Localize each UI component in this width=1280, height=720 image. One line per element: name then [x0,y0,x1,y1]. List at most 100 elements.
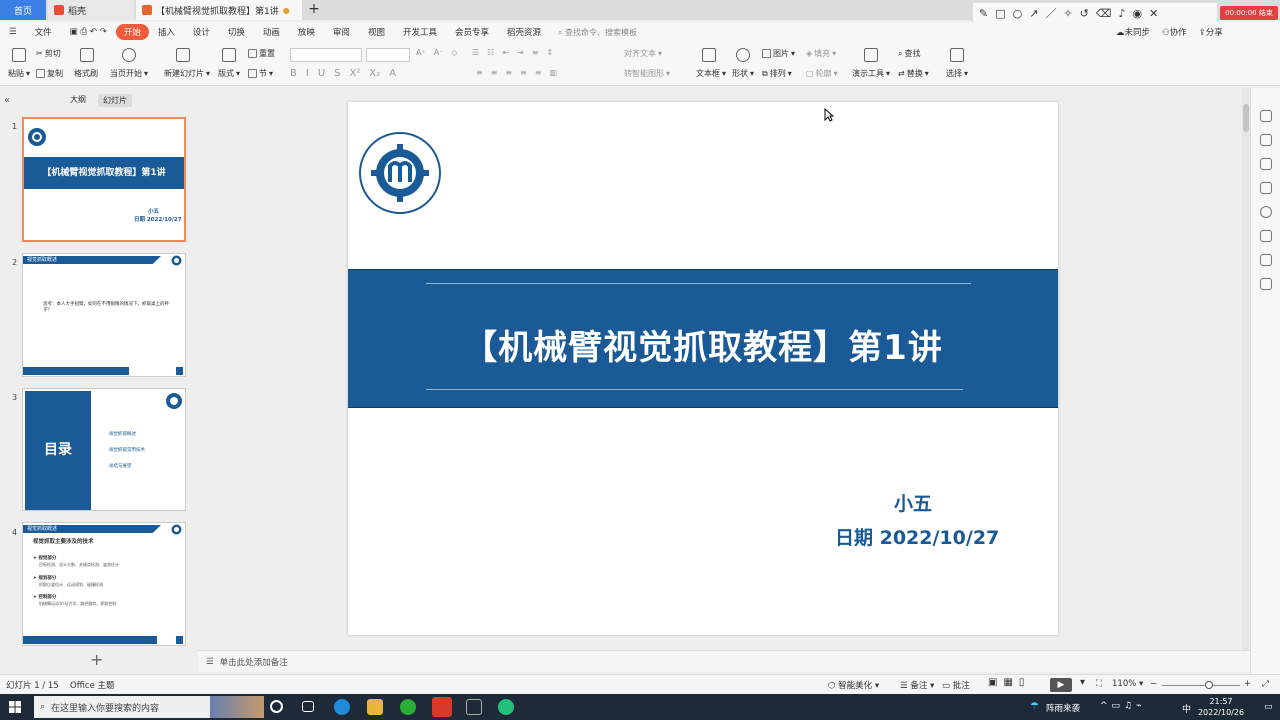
menu-file[interactable]: 文件 [26,26,61,38]
shape-icon[interactable] [736,48,750,62]
view-buttons[interactable]: ▣▦▯ [988,677,1030,688]
paste-button[interactable]: 粘贴 ▾ [8,68,30,79]
notes-toggle-button[interactable]: ☰ 备注 ▾ [900,679,934,691]
slide-thumbnail-4[interactable]: 视觉抓取概述 视觉抓取主要涉及的技术 ➤ 视觉部分 目标检测、语义分割、关键点检… [22,522,186,646]
recording-stop-button[interactable]: 00:00:00 结束 [1220,6,1278,20]
slide-thumbnail-3[interactable]: 目录 视觉抓取概述 视觉抓取常用技术 总结与展望 [22,388,186,511]
tab-outline[interactable]: 大纲 [70,94,86,105]
outline-button[interactable]: ▢ 轮廓 ▾ [806,68,838,79]
menu-view[interactable]: 视图 [359,26,394,38]
tab-slides[interactable]: 幻灯片 [98,94,132,107]
windows-start-icon[interactable] [9,701,21,713]
location-icon[interactable] [1260,254,1272,266]
find-button[interactable]: ⌕ 查找 [898,48,920,59]
align-center-icon[interactable]: ≡ [491,68,498,77]
textbox-icon[interactable] [702,48,716,62]
textbox-button[interactable]: 文本框 ▾ [696,68,726,79]
slide-date[interactable]: 日期 2022/10/27 [835,523,999,550]
task-view-icon[interactable] [302,701,314,712]
font-color-icon[interactable]: A [389,68,396,79]
grow-font-icon[interactable]: A⁺ [416,48,426,57]
menu-review[interactable]: 审阅 [324,26,359,38]
new-slide-icon[interactable] [176,48,190,62]
smart-graphic-button[interactable]: 转智能图形 ▾ [624,68,670,79]
bold-icon[interactable]: B [290,68,297,79]
italic-icon[interactable]: I [306,68,309,79]
align-right-icon[interactable]: ≡ [505,68,512,77]
menu-member[interactable]: 会员专享 [446,26,498,38]
line-spacing-icon[interactable]: ≡ [532,48,539,57]
layout-icon[interactable] [222,48,236,62]
file-explorer-icon[interactable] [367,699,383,715]
outdent-icon[interactable]: ⇥ [517,48,524,57]
menu-transition[interactable]: 切换 [219,26,254,38]
fit-icon[interactable]: ⛶ [1096,679,1102,689]
cube-icon[interactable] [1260,278,1272,290]
menu-daoke-resources[interactable]: 稻壳资源 [498,26,550,38]
cortana-icon[interactable] [270,700,283,713]
zoom-out-button[interactable]: − [1150,679,1157,689]
picture-button[interactable]: 图片 ▾ [762,48,795,59]
from-current-button[interactable]: 当页开始 ▾ [110,68,148,79]
section-button[interactable]: 节 ▾ [248,68,273,79]
tab-daoke[interactable]: 稻壳 [48,0,134,20]
magic-icon[interactable]: ✧ [1063,7,1072,20]
ime-indicator[interactable]: 中 [1182,702,1191,715]
menu-home[interactable]: 开始 [115,24,149,40]
sort-icon[interactable]: ↕ [546,48,553,57]
select-icon[interactable] [950,48,964,62]
copy-button[interactable]: 复制 [36,68,63,79]
new-tab-button[interactable]: + [306,0,322,20]
numbering-icon[interactable]: ☷ [487,48,494,57]
zoom-slider-track[interactable] [1162,685,1240,686]
replace-button[interactable]: ⇄ 替换 ▾ [898,68,929,79]
menu-quick-icons[interactable]: ▣ ⎙ ↶ ↷ [61,27,116,37]
line-icon[interactable]: ／ [1045,5,1056,21]
magic-wand-icon[interactable] [1260,110,1272,122]
undo-icon[interactable]: ↺ [1080,7,1089,20]
notification-icon[interactable]: ▭ [1264,702,1273,712]
speaker-icon[interactable]: ♪ [1118,7,1125,20]
command-search[interactable]: ⌕ 查找命令、搜索模板 [558,27,637,38]
strike-icon[interactable]: S [334,68,340,79]
star-icon[interactable] [1260,158,1272,170]
theme-name[interactable]: Office 主题 [70,679,115,691]
menu-slideshow[interactable]: 放映 [289,26,324,38]
tray-icons[interactable]: ^▭♫⌁ [1100,701,1146,711]
arrange-button[interactable]: ⧉ 排列 ▾ [762,68,792,79]
font-size-select[interactable] [366,48,410,62]
menu-animation[interactable]: 动画 [254,26,289,38]
share-button[interactable]: ⇪分享 [1199,26,1223,38]
wechat-icon[interactable] [400,699,416,715]
add-slide-button[interactable]: + [90,650,103,669]
reading-view-icon[interactable]: ▯ [1019,677,1031,688]
green-app-icon[interactable] [498,699,514,715]
template-icon[interactable] [1260,182,1272,194]
wps-icon[interactable] [432,697,452,717]
mic-icon[interactable]: ◉ [1132,7,1142,20]
format-painter-icon[interactable] [80,48,94,62]
paste-icon[interactable] [12,48,26,62]
presentation-tools-button[interactable]: 演示工具 ▾ [852,68,890,79]
indent-icon[interactable]: ⇤ [502,48,509,57]
menu-developer[interactable]: 开发工具 [394,26,446,38]
zoom-select[interactable]: 110% ▾ [1112,679,1143,689]
align-left-icon[interactable]: ≡ [476,68,483,77]
slide-author[interactable]: 小五 [894,489,932,516]
shape-button[interactable]: 形状 ▾ [732,68,754,79]
hamburger-icon[interactable]: ☰ [0,27,26,37]
bullets-icon[interactable]: ☰ [472,48,479,57]
format-painter-button[interactable]: 格式刷 [74,68,98,79]
underline-icon[interactable]: U [318,68,325,79]
tab-document[interactable]: 【机械臂视觉抓取教程】第1讲 ● [136,0,302,20]
circle-icon[interactable]: ○ [1013,7,1023,20]
collab-button[interactable]: ⚇协作 [1162,26,1187,38]
presentation-tools-icon[interactable] [864,48,878,62]
scrollbar-thumb[interactable] [1243,104,1249,132]
play-slideshow-button[interactable]: ▶ [1050,678,1072,692]
reset-button[interactable]: 重置 [248,48,275,59]
vertical-scrollbar[interactable] [1242,88,1250,650]
arrow-icon[interactable]: ↗ [1029,7,1038,20]
zoom-slider-handle[interactable] [1205,681,1213,689]
sorter-view-icon[interactable]: ▦ [1003,677,1018,688]
